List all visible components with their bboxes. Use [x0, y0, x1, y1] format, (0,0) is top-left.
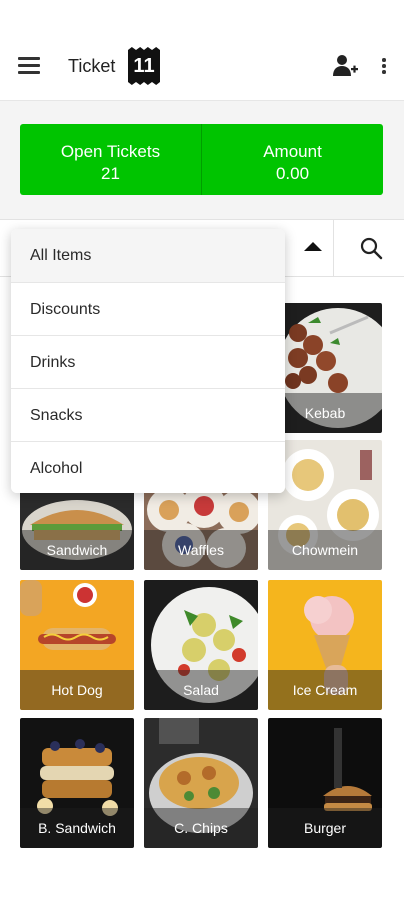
- amount-label: Amount: [263, 142, 322, 161]
- more-vert-icon[interactable]: [378, 56, 388, 76]
- item-label: Kebab: [268, 393, 382, 433]
- item-label: Sandwich: [20, 530, 134, 570]
- item-tile-salad[interactable]: Salad: [144, 580, 258, 710]
- dropdown-item-alcohol[interactable]: Alcohol: [11, 441, 285, 493]
- item-tile-c-chips[interactable]: C. Chips: [144, 718, 258, 848]
- item-label: B. Sandwich: [20, 808, 134, 848]
- category-dropdown: All Items Discounts Drinks Snacks Alcoho…: [11, 229, 285, 493]
- item-label: Hot Dog: [20, 670, 134, 710]
- item-label: Chowmein: [268, 530, 382, 570]
- item-tile-burger[interactable]: Burger: [268, 718, 382, 848]
- item-tile-b-sandwich[interactable]: B. Sandwich: [20, 718, 134, 848]
- item-label: Waffles: [144, 530, 258, 570]
- item-tile-kebab[interactable]: Kebab: [268, 303, 382, 433]
- open-tickets-value: 21: [101, 164, 120, 183]
- item-tile-chowmein[interactable]: Chowmein: [268, 440, 382, 570]
- open-tickets-label: Open Tickets: [60, 142, 161, 161]
- item-tile-ice-cream[interactable]: Ice Cream: [268, 580, 382, 710]
- dropdown-item-drinks[interactable]: Drinks: [11, 335, 285, 388]
- open-tickets-cell[interactable]: Open Tickets 21: [20, 124, 201, 195]
- item-tile-hot-dog[interactable]: Hot Dog: [20, 580, 134, 710]
- dropdown-item-snacks[interactable]: Snacks: [11, 388, 285, 441]
- hamburger-menu-icon[interactable]: [18, 55, 42, 75]
- item-label: C. Chips: [144, 808, 258, 848]
- dropdown-item-all-items[interactable]: All Items: [11, 229, 285, 282]
- search-icon[interactable]: [359, 236, 383, 260]
- filter-divider: [333, 220, 334, 276]
- page-title: Ticket: [68, 56, 116, 76]
- dropdown-item-discounts[interactable]: Discounts: [11, 282, 285, 335]
- item-label: Burger: [268, 808, 382, 848]
- app-bar: Ticket 11: [0, 0, 404, 101]
- amount-cell[interactable]: Amount 0.00: [202, 124, 383, 195]
- add-customer-icon[interactable]: [331, 52, 359, 80]
- amount-value: 0.00: [275, 164, 310, 183]
- summary-area: Open Tickets 21 Amount 0.00: [0, 101, 404, 219]
- item-label: Salad: [144, 670, 258, 710]
- item-label: Ice Cream: [268, 670, 382, 710]
- caret-up-icon[interactable]: [304, 242, 322, 251]
- ticket-count-badge[interactable]: 11: [128, 47, 160, 85]
- ticket-summary-bar[interactable]: Open Tickets 21 Amount 0.00: [20, 124, 383, 195]
